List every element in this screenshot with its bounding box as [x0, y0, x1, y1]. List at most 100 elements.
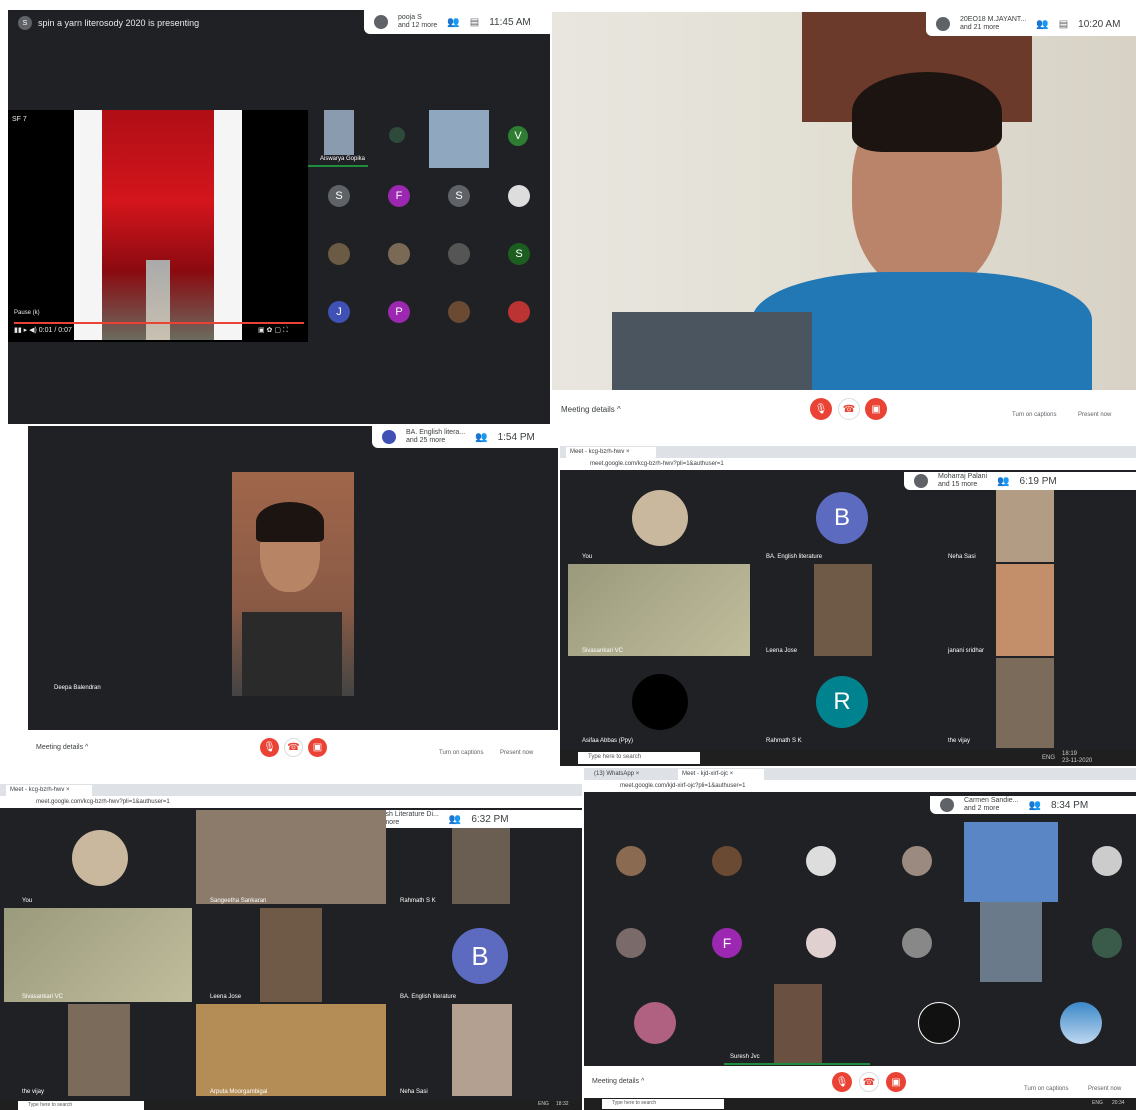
chip-more: and 25 more: [406, 437, 446, 444]
participants-chip[interactable]: Carmen Sandie... and 2 more 👥 8:34 PM: [930, 796, 1136, 814]
slide-image: [74, 110, 242, 340]
clock: 10:20 AM: [1078, 18, 1121, 30]
clock: 6:19 PM: [1019, 475, 1057, 487]
meeting-details-button[interactable]: Meeting details ^: [36, 744, 88, 751]
meet-panel-speaker: 20EO18 M.JAYANT... and 21 more 👥 ▤ 10:20 …: [552, 12, 1136, 426]
chip-more: and 21 more: [960, 24, 1000, 31]
participant-photo-circle-6: [508, 301, 530, 323]
participant-video: [452, 1004, 512, 1096]
participant-photo-circle-4: [448, 243, 470, 265]
search-box[interactable]: Type here to search: [578, 752, 700, 764]
search-placeholder: Type here to search: [612, 1100, 657, 1106]
participants-chip[interactable]: 20EO18 M.JAYANT... and 21 more 👥 ▤ 10:20 …: [926, 12, 1136, 36]
hang-up-button[interactable]: ☎: [838, 398, 860, 420]
present-now-button[interactable]: Present now: [1078, 412, 1111, 418]
meet-panel-presentation: S spin a yarn literosody 2020 is present…: [8, 10, 550, 424]
browser-tab[interactable]: Meet - kcg-bzrh-hwv ×: [6, 785, 92, 796]
search-box[interactable]: Type here to search: [602, 1099, 724, 1109]
participant-video: [964, 822, 1058, 902]
windows-taskbar: Type here to search ENG 18:19 23-11-2020: [560, 750, 1136, 766]
chat-icon[interactable]: ▤: [470, 17, 479, 28]
player-settings-icon[interactable]: ▣ ✿ ▢ ⛶: [258, 326, 288, 335]
address-bar[interactable]: meet.google.com/kcg-bzrh-hwv?pli=1&authu…: [0, 796, 582, 808]
participant-photo-circle: [902, 846, 932, 876]
meeting-bottom-bar: Meeting details ^ 🎙 ☎ ▣ Turn on captions…: [28, 730, 558, 766]
meeting-details-label: Meeting details: [561, 405, 615, 414]
people-icon[interactable]: 👥: [997, 476, 1009, 487]
browser-tab-bar: Meet - kcg-bzrh-hwv ×: [0, 784, 582, 796]
participant-photo-circle: [508, 185, 530, 207]
address-bar[interactable]: meet.google.com/kjd-xirf-ojc?pli=1&authu…: [584, 780, 1136, 792]
hang-up-button[interactable]: ☎: [859, 1072, 879, 1092]
captions-button[interactable]: Turn on captions: [1024, 1086, 1068, 1092]
people-icon[interactable]: 👥: [1036, 19, 1048, 30]
present-now-button[interactable]: Present now: [1088, 1086, 1121, 1092]
participants-chip[interactable]: pooja Sand 12 more 👥 ▤ 11:45 AM: [364, 10, 550, 34]
captions-button[interactable]: Turn on captions: [439, 750, 483, 756]
tile-name: Rahmath S K: [766, 738, 802, 744]
player-controls[interactable]: ▮▮ ▸ ◀) 0:01 / 0:07: [14, 326, 72, 334]
camera-off-button[interactable]: ▣: [886, 1072, 906, 1092]
participant-video: [68, 1004, 130, 1096]
participant-avatar-b: B: [452, 928, 508, 984]
meeting-details-label: Meeting details: [592, 1078, 640, 1085]
chip-more: and 15 more: [938, 481, 978, 488]
browser-tab-bar: (13) WhatsApp × Meet - kjd-xirf-ojc ×: [584, 768, 1136, 780]
tab-title: (13) WhatsApp: [594, 771, 635, 777]
camera-off-button[interactable]: ▣: [865, 398, 887, 420]
people-icon[interactable]: 👥: [449, 814, 461, 825]
speaker-name: Suresh Jvc: [730, 1054, 760, 1060]
player-progress[interactable]: [14, 322, 304, 324]
slide-area: SF 7 Pause (k) ▮▮ ▸ ◀) 0:01 / 0:07 ▣ ✿ ▢…: [8, 110, 308, 342]
taskbar-clock: 18:32: [556, 1101, 569, 1107]
taskbar-time: 18:19: [1062, 751, 1078, 757]
participant-tile-photo: [389, 127, 405, 143]
chip-name: Carmen Sandie...: [964, 797, 1019, 804]
search-box[interactable]: Type here to search: [18, 1101, 144, 1110]
tile-name: BA. English literature: [400, 994, 457, 1000]
people-icon[interactable]: 👥: [447, 17, 459, 28]
tile-name: Leena Jose: [766, 648, 798, 654]
participant-photo-circle: [712, 846, 742, 876]
presenter-avatar: S: [18, 16, 32, 30]
browser-tab-meet[interactable]: Meet - kjd-xirf-ojc ×: [678, 769, 764, 780]
tile-name: janani sridhar: [948, 648, 985, 654]
participants-chip[interactable]: BA. English litera... and 25 more 👥 1:54 …: [372, 426, 558, 448]
meet-panel-grid-2: Meet - kcg-bzrh-hwv × meet.google.com/kc…: [0, 784, 582, 1110]
browser-tab-whatsapp[interactable]: (13) WhatsApp ×: [590, 769, 676, 780]
participant-avatar-p: P: [388, 301, 410, 323]
tile-name: Leena Jose: [210, 994, 242, 1000]
captions-button[interactable]: Turn on captions: [1012, 412, 1056, 418]
windows-taskbar: Type here to search ENG 18:32: [0, 1100, 582, 1110]
tab-title: Meet - kcg-bzrh-hwv: [10, 787, 65, 793]
mic-off-button[interactable]: 🎙: [832, 1072, 852, 1092]
participant-video: [452, 828, 510, 904]
address-bar[interactable]: meet.google.com/kcg-bzrh-hwv?pli=1&authu…: [560, 458, 1136, 470]
clock: 8:34 PM: [1050, 799, 1089, 811]
search-placeholder: Type here to search: [28, 1102, 73, 1108]
browser-tab[interactable]: Meet - kcg-bzrh-hwv ×: [566, 447, 656, 458]
participant-avatar-icon: [374, 15, 388, 29]
participant-photo-circle: [918, 1002, 960, 1044]
camera-off-button[interactable]: ▣: [308, 738, 327, 757]
present-now-button[interactable]: Present now: [500, 750, 533, 756]
mic-off-button[interactable]: 🎙: [810, 398, 832, 420]
chevron-up-icon: ^: [85, 744, 89, 751]
participant-tile-speaker: [324, 110, 354, 155]
meeting-details-button[interactable]: Meeting details ^: [561, 405, 621, 414]
participant-avatar-icon: [914, 474, 928, 488]
people-icon[interactable]: 👥: [475, 432, 487, 443]
participants-chip[interactable]: Moharraj Palani and 15 more 👥 6:19 PM: [904, 472, 1136, 490]
meeting-details-button[interactable]: Meeting details ^: [592, 1078, 644, 1085]
taskbar-clock: 20:34: [1112, 1100, 1125, 1106]
speaking-bar: [724, 1063, 870, 1065]
hang-up-button[interactable]: ☎: [284, 738, 303, 757]
url-text: meet.google.com/kcg-bzrh-hwv?pli=1&authu…: [590, 461, 724, 467]
people-icon[interactable]: 👥: [1028, 800, 1040, 811]
mic-off-button[interactable]: 🎙: [260, 738, 279, 757]
meet-panel-speaker-2: BA. English litera... and 25 more 👥 1:54 …: [28, 426, 558, 766]
chat-icon[interactable]: ▤: [1059, 19, 1068, 30]
windows-taskbar: Type here to search ENG 20:34: [584, 1098, 1136, 1110]
clock: 6:32 PM: [471, 813, 509, 825]
chevron-up-icon: ^: [641, 1078, 645, 1085]
